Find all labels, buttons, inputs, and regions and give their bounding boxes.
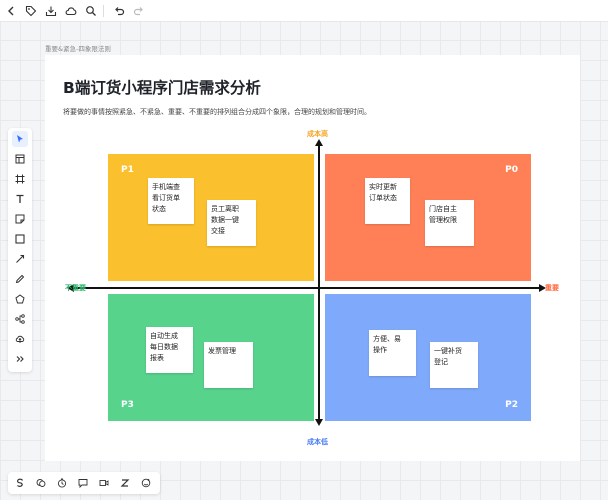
- polygon-icon[interactable]: [12, 291, 28, 307]
- axis-label-bottom: 成本低: [307, 438, 328, 446]
- quadrant-p3[interactable]: 自动生成 每日数据 报表 发票管理 P3: [108, 294, 314, 421]
- text-icon[interactable]: [12, 191, 28, 207]
- sticky-note-icon[interactable]: [12, 211, 28, 227]
- search-icon[interactable]: [82, 2, 100, 20]
- frame-breadcrumb[interactable]: 重要&紧急-四象限法则: [45, 43, 111, 53]
- emoji-icon[interactable]: [138, 475, 154, 491]
- quadrant-p1[interactable]: P1 手机端查 看订货单 状态 员工离职 数据一键 交接: [108, 154, 314, 281]
- quadrant-p0[interactable]: P0 实时更新 订单状态 门店自主 管理权限: [325, 154, 531, 281]
- more-icon[interactable]: [12, 351, 28, 367]
- z-icon[interactable]: [117, 475, 133, 491]
- upload-icon[interactable]: [12, 331, 28, 347]
- export-icon[interactable]: [42, 2, 60, 20]
- toolbar-divider: [103, 5, 104, 17]
- sticky-note[interactable]: 一键补货 登记: [430, 342, 478, 388]
- whiteboard-frame[interactable]: B端订货小程序门店需求分析 将要做的事情按照紧急、不紧急、重要、不重要的排列组合…: [45, 55, 580, 461]
- quadrant-label: P3: [121, 400, 134, 410]
- quadrant-label: P0: [505, 165, 518, 175]
- sticky-note[interactable]: 发票管理: [204, 342, 253, 388]
- undo-icon[interactable]: [110, 2, 128, 20]
- sticky-note[interactable]: 方便、易 操作: [369, 330, 416, 376]
- arrow-down-icon: [315, 419, 323, 426]
- frame-icon[interactable]: [12, 171, 28, 187]
- sticky-note[interactable]: 手机端查 看订货单 状态: [148, 178, 194, 224]
- page-subtitle: 将要做的事情按照紧急、不紧急、重要、不重要的排列组合分成四个象限，合理的规划和管…: [63, 108, 371, 116]
- shape-icon[interactable]: [12, 231, 28, 247]
- comment-icon[interactable]: [33, 475, 49, 491]
- axis-label-left: 不重要: [65, 284, 86, 292]
- arrow-up-icon: [315, 139, 323, 146]
- quadrant-p2[interactable]: 方便、易 操作 一键补货 登记 P2: [325, 294, 531, 421]
- quadrant-label: P2: [505, 400, 518, 410]
- redo-icon[interactable]: [130, 2, 148, 20]
- vertical-axis: [318, 143, 320, 422]
- chat-icon[interactable]: [75, 475, 91, 491]
- template-icon[interactable]: [12, 151, 28, 167]
- quadrant-label: P1: [121, 165, 134, 175]
- line-icon[interactable]: [12, 251, 28, 267]
- cloud-icon[interactable]: [62, 2, 80, 20]
- timer-icon[interactable]: [54, 475, 70, 491]
- sticky-note[interactable]: 门店自主 管理权限: [425, 200, 474, 246]
- select-icon[interactable]: [12, 131, 28, 147]
- sticky-note[interactable]: 实时更新 订单状态: [365, 178, 410, 224]
- mindmap-icon[interactable]: [12, 311, 28, 327]
- s-icon[interactable]: [12, 475, 28, 491]
- horizontal-axis: [70, 287, 542, 289]
- axis-label-top: 成本高: [307, 130, 328, 138]
- video-icon[interactable]: [96, 475, 112, 491]
- sticky-note[interactable]: 自动生成 每日数据 报表: [146, 327, 193, 373]
- back-icon[interactable]: [2, 2, 20, 20]
- tag-icon[interactable]: [22, 2, 40, 20]
- left-toolbar: [8, 128, 32, 372]
- page-title: B端订货小程序门店需求分析: [63, 79, 261, 97]
- top-toolbar: [0, 0, 608, 22]
- sticky-note[interactable]: 员工离职 数据一键 交接: [207, 200, 256, 246]
- bottom-toolbar: [8, 472, 160, 494]
- axis-label-right: 重要: [545, 284, 559, 292]
- pen-icon[interactable]: [12, 271, 28, 287]
